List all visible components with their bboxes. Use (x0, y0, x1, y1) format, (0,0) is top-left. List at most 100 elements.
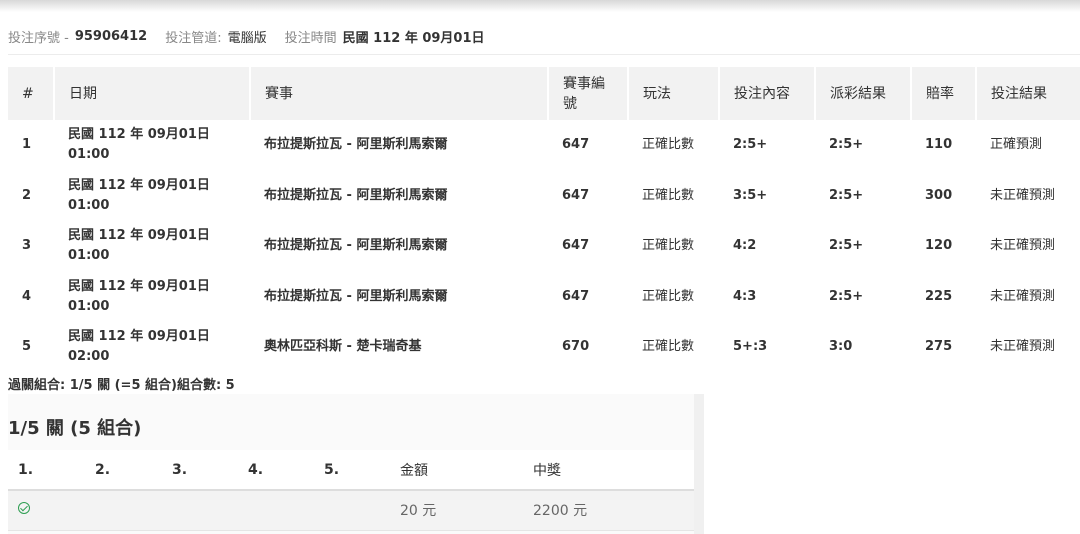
row-play: 正確比數 (642, 288, 695, 304)
combo-header-5: 5. (314, 450, 390, 491)
row-match-code: 647 (562, 288, 590, 304)
row-odds: 110 (925, 137, 953, 153)
table-row: 5 民國 112 年 09月01日 02:00 奧林匹亞科斯 - 楚卡瑞奇基 670 正確… (8, 322, 1080, 373)
row-date-day: 民國 112 年 09月01日 (68, 177, 210, 193)
row-play: 正確比數 (642, 137, 695, 153)
combination-table: 1. 2. 3. 4. 5. 金額 中獎 20 元 2200 元 (8, 450, 694, 531)
row-odds: 120 (925, 238, 953, 254)
row-result: 未正確預測 (990, 238, 1056, 254)
combo-header-3: 3. (162, 450, 238, 491)
row-date-time: 01:00 (68, 248, 110, 264)
check-circle-icon (18, 502, 30, 515)
row-payout: 2:5+ (829, 137, 864, 153)
row-play: 正確比數 (642, 238, 695, 254)
row-date-time: 01:00 (68, 298, 110, 314)
bet-detail-table: # 日期 賽事 賽事編號 玩法 投注內容 派彩結果 賠率 投注結果 1 民國 11… (8, 67, 1080, 373)
combo-cell-5 (314, 490, 390, 531)
combination-row: 20 元 2200 元 (8, 490, 694, 531)
row-date-day: 民國 112 年 09月01日 (68, 127, 210, 143)
row-date-day: 民國 112 年 09月01日 (68, 329, 210, 345)
row-payout: 2:5+ (829, 288, 864, 304)
channel-label: 投注管道: (165, 30, 222, 46)
row-payout: 3:0 (829, 339, 853, 355)
header-date: 日期 (54, 67, 251, 120)
header-match: 賽事 (250, 67, 549, 120)
table-row: 2 民國 112 年 09月01日 01:00 布拉提斯拉瓦 - 阿里斯利馬索爾 647… (8, 171, 1080, 222)
row-date-time: 01:00 (68, 147, 110, 163)
row-num: 1 (22, 137, 32, 153)
header-num: # (8, 67, 55, 120)
row-match-code: 647 (562, 137, 590, 153)
row-bet: 4:2 (733, 238, 757, 254)
row-payout: 2:5+ (829, 238, 864, 254)
row-bet: 3:5+ (733, 187, 768, 203)
row-num: 2 (22, 187, 32, 203)
row-match-code: 647 (562, 187, 590, 203)
time-label: 投注時間 (284, 30, 337, 46)
time-value: 民國 112 年 09月01日 (342, 30, 485, 46)
row-bet: 2:5+ (733, 137, 768, 153)
combination-header-row: 1. 2. 3. 4. 5. 金額 中獎 (8, 450, 694, 491)
row-bet: 5+:3 (733, 339, 768, 355)
row-date: 民國 112 年 09月01日 01:00 (54, 171, 250, 222)
combo-cell-1 (8, 490, 85, 531)
row-date: 民國 112 年 09月01日 01:00 (54, 221, 250, 272)
row-match: 布拉提斯拉瓦 - 阿里斯利馬索爾 (264, 238, 448, 254)
row-result: 未正確預測 (990, 288, 1056, 304)
table-row: 3 民國 112 年 09月01日 01:00 布拉提斯拉瓦 - 阿里斯利馬索爾 647… (8, 221, 1080, 272)
row-date-time: 02:00 (68, 349, 110, 365)
channel-value: 電腦版 (227, 30, 267, 46)
row-play: 正確比數 (642, 339, 695, 355)
row-play: 正確比數 (642, 187, 695, 203)
top-shadow (0, 0, 1080, 12)
combo-cell-2 (85, 490, 162, 531)
combo-prize: 2200 元 (523, 490, 694, 531)
row-date-day: 民國 112 年 09月01日 (68, 278, 210, 294)
row-date-day: 民國 112 年 09月01日 (68, 228, 210, 244)
combo-header-amount: 金額 (390, 450, 523, 491)
combo-header-prize: 中獎 (523, 450, 694, 491)
row-match: 布拉提斯拉瓦 - 阿里斯利馬索爾 (264, 288, 448, 304)
row-match: 布拉提斯拉瓦 - 阿里斯利馬索爾 (264, 137, 448, 153)
row-match-code: 647 (562, 238, 590, 254)
serial-value: 95906412 (74, 28, 148, 44)
header-bet: 投注內容 (719, 67, 816, 120)
row-match-code: 670 (562, 339, 590, 355)
row-result: 未正確預測 (990, 339, 1056, 355)
combo-cell-3 (162, 490, 238, 531)
row-date: 民國 112 年 09月01日 01:00 (54, 120, 250, 171)
row-odds: 300 (925, 187, 953, 203)
combination-panel: 1/5 關 (5 組合) 1. 2. 3. 4. 5. 金額 中獎 20 元 2… (8, 394, 704, 534)
pass-combination-summary: 過關組合: 1/5 關 (=5 組合)組合數: 5 (8, 378, 235, 393)
header-play: 玩法 (628, 67, 720, 120)
combo-header-2: 2. (85, 450, 162, 491)
row-payout: 2:5+ (829, 187, 864, 203)
row-match: 布拉提斯拉瓦 - 阿里斯利馬索爾 (264, 187, 448, 203)
row-match: 奧林匹亞科斯 - 楚卡瑞奇基 (264, 339, 422, 355)
header-result: 投注結果 (976, 67, 1080, 120)
header-match-code: 賽事編號 (548, 67, 629, 120)
serial-label: 投注序號 - (8, 30, 69, 46)
combo-header-4: 4. (238, 450, 314, 491)
row-date: 民國 112 年 09月01日 02:00 (54, 322, 250, 373)
header-odds: 賠率 (911, 67, 977, 120)
combo-header-1: 1. (8, 450, 85, 491)
table-header-row: # 日期 賽事 賽事編號 玩法 投注內容 派彩結果 賠率 投注結果 (8, 67, 1080, 120)
header-payout: 派彩結果 (815, 67, 912, 120)
row-num: 4 (22, 288, 32, 304)
table-row: 1 民國 112 年 09月01日 01:00 布拉提斯拉瓦 - 阿里斯利馬索爾 647… (8, 120, 1080, 171)
row-result: 未正確預測 (990, 187, 1056, 203)
combo-cell-4 (238, 490, 314, 531)
row-odds: 225 (925, 288, 953, 304)
info-divider (8, 54, 1080, 55)
combo-amount: 20 元 (390, 490, 523, 531)
table-row: 4 民國 112 年 09月01日 01:00 布拉提斯拉瓦 - 阿里斯利馬索爾 647… (8, 272, 1080, 323)
row-result: 正確預測 (990, 137, 1043, 153)
row-num: 5 (22, 339, 32, 355)
bet-info-bar: 投注序號 - 95906412 投注管道: 電腦版 投注時間 民國 112 年 … (8, 26, 485, 46)
row-num: 3 (22, 238, 32, 254)
row-date-time: 01:00 (68, 197, 110, 213)
combination-title: 1/5 關 (5 組合) (8, 418, 142, 439)
row-bet: 4:3 (733, 288, 757, 304)
row-odds: 275 (925, 339, 953, 355)
